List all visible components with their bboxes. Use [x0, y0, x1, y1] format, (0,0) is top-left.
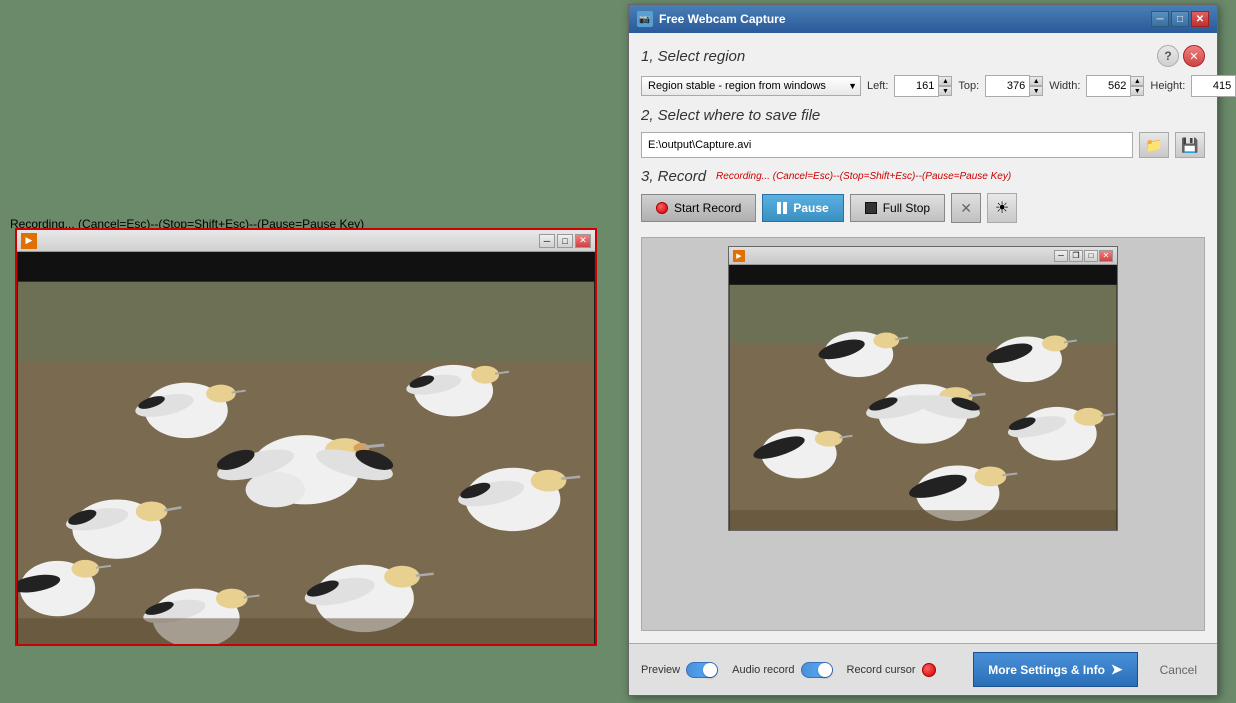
preview-video: [729, 265, 1117, 530]
width-spinner: ▲ ▼: [1130, 76, 1144, 96]
section2-label: 2, Select where to save file: [641, 107, 820, 124]
save-button[interactable]: 💾: [1175, 132, 1205, 158]
left-window-controls: ─ □ ✕: [539, 234, 591, 248]
file-path-input[interactable]: [641, 132, 1133, 158]
left-spinner: ▲ ▼: [938, 76, 952, 96]
dialog-minimize-btn[interactable]: ─: [1151, 11, 1169, 27]
fullstop-button[interactable]: Full Stop: [850, 194, 945, 222]
preview-play-icon: ▶: [733, 250, 745, 262]
play-icon: ▶: [21, 233, 37, 249]
brightness-button[interactable]: ☀: [987, 193, 1017, 223]
section3-header: 3, Record Recording... (Cancel=Esc)--(St…: [641, 168, 1205, 185]
left-spin-up[interactable]: ▲: [938, 76, 952, 86]
left-spin-down[interactable]: ▼: [938, 86, 952, 96]
section3-recording-status: Recording... (Cancel=Esc)--(Stop=Shift+E…: [716, 171, 1011, 182]
record-controls: Start Record Pause Full Stop: [641, 193, 1205, 223]
pause-icon: [777, 202, 787, 214]
width-spin-down[interactable]: ▼: [1130, 86, 1144, 96]
section1-label: 1, Select region: [641, 48, 745, 65]
height-input-group: ▲ ▼: [1191, 75, 1236, 97]
section2-title: 2, Select where to save file: [641, 107, 1205, 124]
x-icon: ✕: [960, 200, 972, 217]
preview-area: ▶ ─ ❐ □ ✕: [641, 237, 1205, 631]
more-settings-label: More Settings & Info: [988, 663, 1105, 677]
arrow-right-icon: ➤: [1111, 661, 1123, 678]
browse-folder-button[interactable]: 📁: [1139, 132, 1169, 158]
section2: 2, Select where to save file 📁 💾: [641, 107, 1205, 158]
pause-bar-left: [777, 202, 781, 214]
top-input[interactable]: [985, 75, 1030, 97]
record-dot-icon: [656, 202, 668, 214]
pause-label: Pause: [793, 201, 828, 215]
width-input-group: ▲ ▼: [1086, 75, 1144, 97]
dialog-action-buttons: ? ✕: [1157, 45, 1205, 67]
more-settings-button[interactable]: More Settings & Info ➤: [973, 652, 1137, 687]
preview-minimize-btn[interactable]: ─: [1054, 250, 1068, 262]
dialog-icon: 📷: [637, 11, 653, 27]
audio-toggle-group: Audio record: [732, 662, 832, 678]
left-input[interactable]: [894, 75, 939, 97]
preview-toggle[interactable]: [686, 662, 718, 678]
video-area: [17, 252, 595, 644]
preview-inner-window: ▶ ─ ❐ □ ✕: [728, 246, 1118, 531]
fullstop-label: Full Stop: [883, 201, 930, 215]
close-button[interactable]: ✕: [575, 234, 591, 248]
bottom-bar: Preview Audio record Record cursor More …: [629, 643, 1217, 695]
sun-icon: ☀: [995, 198, 1009, 218]
top-label: Top:: [958, 80, 979, 92]
bird-scene-svg: [17, 252, 595, 644]
preview-close-btn[interactable]: ✕: [1099, 250, 1113, 262]
top-spin-up[interactable]: ▲: [1029, 76, 1043, 86]
width-label: Width:: [1049, 80, 1080, 92]
stop-square-icon: [865, 202, 877, 214]
dialog-maximize-btn[interactable]: □: [1171, 11, 1189, 27]
region-select-wrapper: Region stable - region from windows: [641, 76, 861, 96]
start-record-button[interactable]: Start Record: [641, 194, 756, 222]
top-spin-down[interactable]: ▼: [1029, 86, 1043, 96]
pause-bar-right: [783, 202, 787, 214]
height-label: Height:: [1150, 80, 1185, 92]
region-row: Region stable - region from windows Left…: [641, 75, 1205, 97]
dialog-titlebar: 📷 Free Webcam Capture ─ □ ✕: [629, 5, 1217, 33]
audio-toggle[interactable]: [801, 662, 833, 678]
dialog-title-controls: ─ □ ✕: [1151, 11, 1209, 27]
file-row: 📁 💾: [641, 132, 1205, 158]
record-cursor-label: Record cursor: [847, 664, 916, 676]
x-button[interactable]: ✕: [951, 193, 981, 223]
maximize-button[interactable]: □: [557, 234, 573, 248]
start-record-label: Start Record: [674, 201, 741, 215]
cancel-button[interactable]: Cancel: [1152, 659, 1205, 681]
cursor-toggle-group: Record cursor: [847, 663, 936, 677]
height-input[interactable]: [1191, 75, 1236, 97]
preview-win-controls: ─ ❐ □ ✕: [1054, 250, 1113, 262]
preview-label: Preview: [641, 664, 680, 676]
webcam-capture-dialog: 📷 Free Webcam Capture ─ □ ✕ 1, Select re…: [628, 4, 1218, 696]
section-close-button[interactable]: ✕: [1183, 45, 1205, 67]
dialog-body: 1, Select region ? ✕ Region stable - reg…: [629, 33, 1217, 643]
cursor-toggle[interactable]: [922, 663, 936, 677]
preview-toggle-group: Preview: [641, 662, 718, 678]
preview-bird-scene: [729, 265, 1117, 530]
section3: 3, Record Recording... (Cancel=Esc)--(St…: [641, 168, 1205, 223]
dialog-close-btn[interactable]: ✕: [1191, 11, 1209, 27]
help-button[interactable]: ?: [1157, 45, 1179, 67]
left-label: Left:: [867, 80, 888, 92]
audio-record-label: Audio record: [732, 664, 794, 676]
region-select[interactable]: Region stable - region from windows: [641, 76, 861, 96]
left-window-titlebar: ▶ ─ □ ✕: [17, 230, 595, 252]
preview-titlebar: ▶ ─ ❐ □ ✕: [729, 247, 1117, 265]
preview-restore-btn[interactable]: ❐: [1069, 250, 1083, 262]
minimize-button[interactable]: ─: [539, 234, 555, 248]
preview-maximize-btn[interactable]: □: [1084, 250, 1098, 262]
width-input[interactable]: [1086, 75, 1131, 97]
width-spin-up[interactable]: ▲: [1130, 76, 1144, 86]
left-video-window: ▶ ─ □ ✕: [15, 228, 597, 646]
dialog-title: Free Webcam Capture: [659, 12, 786, 26]
pause-button[interactable]: Pause: [762, 194, 843, 222]
top-spinner: ▲ ▼: [1029, 76, 1043, 96]
left-input-group: ▲ ▼: [894, 75, 952, 97]
section1-title: 1, Select region: [641, 48, 745, 65]
top-input-group: ▲ ▼: [985, 75, 1043, 97]
section3-label: 3, Record: [641, 168, 706, 185]
